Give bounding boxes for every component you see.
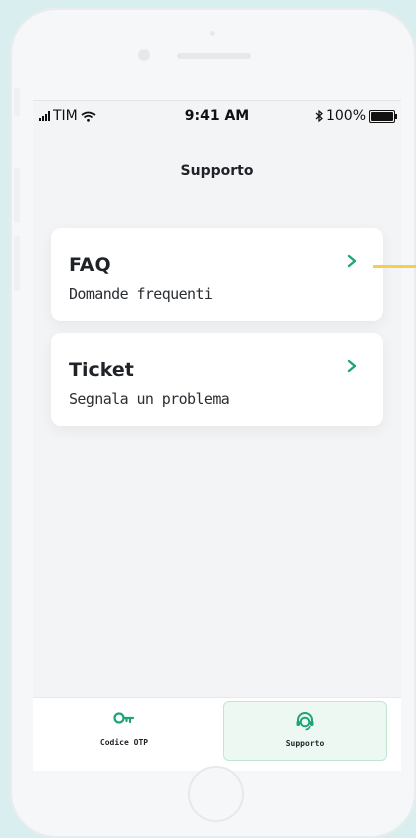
battery-percent: 100% — [325, 108, 366, 124]
page-title: Supporto — [180, 163, 254, 179]
key-icon — [113, 712, 135, 724]
tab-label-codice-otp: Codice OTP — [99, 738, 149, 747]
faq-subtitle: Domande frequenti — [69, 285, 213, 303]
chevron-right-icon — [347, 254, 357, 268]
tab-supporto[interactable]: Supporto — [223, 701, 387, 761]
volume-down-button — [14, 236, 20, 291]
status-bar: TIM 9:41 AM 100% — [33, 101, 401, 131]
battery-icon — [369, 109, 397, 123]
tab-label-supporto: Supporto — [285, 739, 325, 748]
annotation-pointer-line — [373, 265, 416, 268]
ticket-card[interactable]: Ticket Segnala un problema — [51, 333, 383, 426]
home-button[interactable] — [188, 766, 244, 822]
faq-title: FAQ — [69, 254, 111, 276]
ticket-subtitle: Segnala un problema — [69, 390, 230, 408]
tab-codice-otp[interactable]: Codice OTP — [43, 701, 205, 759]
ticket-title: Ticket — [69, 359, 134, 381]
tab-bar: Codice OTP Supporto — [33, 697, 401, 771]
speaker-grille — [177, 53, 251, 59]
bluetooth-icon — [315, 110, 323, 122]
volume-up-button — [14, 168, 20, 223]
status-right: 100% — [315, 108, 397, 124]
screen: TIM 9:41 AM 100% Supporto FAQ Domande fr… — [33, 100, 401, 771]
front-camera — [138, 49, 150, 61]
sensor-dot — [210, 31, 215, 36]
chevron-right-icon — [347, 359, 357, 373]
mute-switch — [14, 88, 20, 116]
faq-card[interactable]: FAQ Domande frequenti — [51, 228, 383, 321]
support-headset-icon — [296, 712, 314, 731]
